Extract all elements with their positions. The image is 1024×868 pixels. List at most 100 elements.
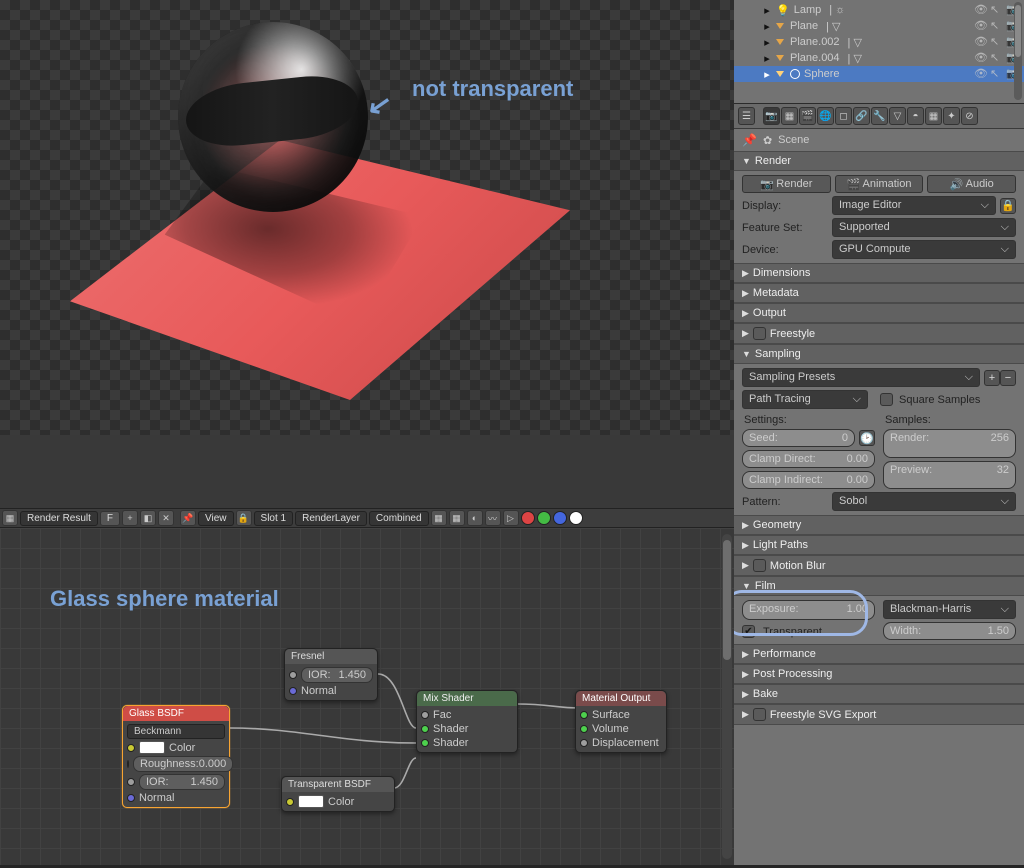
socket-shader-icon[interactable] [421,725,429,733]
integrator-select[interactable]: Path Tracing⌵ [742,390,868,409]
tab-material-icon[interactable]: ◓ [907,107,924,125]
tab-physics-icon[interactable]: ⊘ [961,107,978,125]
node-material-output[interactable]: Material Output Surface Volume Displacem… [575,690,667,753]
socket-normal-icon[interactable] [127,794,135,802]
render-viewport[interactable]: ↙ not transparent [0,0,734,508]
render-button[interactable]: 📷Render [742,175,831,193]
socket-icon[interactable] [127,778,135,786]
feature-set-select[interactable]: Supported⌵ [832,218,1016,237]
outliner[interactable]: ▸💡Lamp| ☼👁↖📷 ▸Plane| ▽👁↖📷 ▸Plane.002| ▽👁… [734,0,1024,104]
clamp-direct-field[interactable]: Clamp Direct:0.00 [742,450,875,468]
color-swatch[interactable] [139,741,165,754]
eye-icon[interactable]: 👁 [974,19,988,33]
g-channel-dot[interactable] [537,511,551,525]
sampling-presets-select[interactable]: Sampling Presets⌵ [742,368,980,387]
section-header-render[interactable]: ▼Render [734,151,1024,171]
slot-select[interactable]: Slot 1 [254,511,294,526]
bw-icon[interactable]: ◐ [467,510,483,526]
section-header-freestyle[interactable]: ▶Freestyle [734,323,1024,344]
tab-modifiers-icon[interactable]: 🔧 [871,107,888,125]
device-select[interactable]: GPU Compute⌵ [832,240,1016,259]
socket-icon[interactable] [580,711,588,719]
animation-button[interactable]: 🎬Animation [835,175,924,193]
outliner-row-plane002[interactable]: ▸Plane.002| ▽👁↖📷 [734,34,1024,50]
distribution-select[interactable]: Beckmann [127,724,225,739]
editor-type-icon[interactable]: ▦ [2,510,18,526]
render-samples-field[interactable]: Render:256 [883,429,1016,458]
curves-icon[interactable]: 〰 [485,510,501,526]
pin-icon[interactable]: 📌 [180,510,196,526]
x-icon[interactable]: ✕ [158,510,174,526]
node-transparent-bsdf[interactable]: Transparent BSDF BSDF Color [281,776,395,812]
plus-icon[interactable]: + [122,510,138,526]
tab-layers-icon[interactable]: ▦ [781,107,798,125]
node-header[interactable]: Material Output [576,691,666,706]
section-header-output[interactable]: ▶Output [734,303,1024,323]
preview-samples-field[interactable]: Preview:32 [883,461,1016,490]
socket-icon[interactable] [127,760,129,768]
exposure-field[interactable]: Exposure:1.00 [742,600,875,620]
node-header[interactable]: Fresnel [285,649,377,664]
section-header-svg-export[interactable]: ▶Freestyle SVG Export [734,704,1024,725]
node-editor[interactable]: Glass sphere material Glass BSDF BSDF Be… [0,528,734,865]
b-channel-dot[interactable] [553,511,567,525]
tab-icon[interactable]: ☰ [738,107,755,125]
ior-field[interactable]: IOR:1.450 [301,667,373,683]
channel-icon-2[interactable]: ▦ [449,510,465,526]
section-header-postprocessing[interactable]: ▶Post Processing [734,664,1024,684]
tab-texture-icon[interactable]: ▦ [925,107,942,125]
socket-fac-icon[interactable] [421,711,429,719]
tri-icon[interactable]: ▷ [503,510,519,526]
display-select[interactable]: Image Editor⌵ [832,196,996,215]
socket-color-icon[interactable] [286,798,294,806]
cursor-icon[interactable]: ↖ [990,67,1004,81]
cursor-icon[interactable]: ↖ [990,19,1004,33]
scrollbar-thumb[interactable] [723,540,731,660]
node-editor-scrollbar[interactable] [722,534,732,859]
channel-icon-1[interactable]: ▦ [431,510,447,526]
socket-icon[interactable] [580,725,588,733]
audio-button[interactable]: 🔊Audio [927,175,1016,193]
pattern-select[interactable]: Sobol⌵ [832,492,1016,511]
outliner-row-sphere[interactable]: ▸Sphere👁↖📷 [734,66,1024,82]
section-header-metadata[interactable]: ▶Metadata [734,283,1024,303]
section-header-sampling[interactable]: ▼Sampling [734,344,1024,364]
cursor-icon[interactable]: ↖ [990,35,1004,49]
clock-icon[interactable]: 🕑 [859,430,875,446]
socket-icon[interactable] [289,671,297,679]
freestyle-checkbox[interactable] [753,327,766,340]
remove-preset-button[interactable]: − [1000,370,1016,386]
pack-icon[interactable]: ◧ [140,510,156,526]
tab-particles-icon[interactable]: ✦ [943,107,960,125]
node-glass-bsdf[interactable]: Glass BSDF BSDF Beckmann Color Roughness… [122,705,230,808]
section-header-film[interactable]: ▼Film [734,576,1024,596]
socket-color-icon[interactable] [127,744,135,752]
section-header-motionblur[interactable]: ▶Motion Blur [734,555,1024,576]
a-channel-dot[interactable] [569,511,583,525]
roughness-field[interactable]: Roughness:0.000 [133,756,233,772]
cursor-icon[interactable]: ↖ [990,3,1004,17]
pin-icon[interactable]: 📌 [742,133,757,147]
section-header-lightpaths[interactable]: ▶Light Paths [734,535,1024,555]
add-preset-button[interactable]: + [984,370,1000,386]
socket-shader-icon[interactable] [421,739,429,747]
cursor-icon[interactable]: ↖ [990,51,1004,65]
section-header-dimensions[interactable]: ▶Dimensions [734,263,1024,283]
tab-scene-icon[interactable]: 🎬 [799,107,816,125]
node-fresnel[interactable]: Fresnel Fac IOR:1.450 Normal [284,648,378,701]
seed-field[interactable]: Seed:0 [742,429,855,447]
eye-icon[interactable]: 👁 [974,3,988,17]
outliner-row-lamp[interactable]: ▸💡Lamp| ☼👁↖📷 [734,2,1024,18]
node-header[interactable]: Glass BSDF [123,706,229,721]
filter-width-field[interactable]: Width:1.50 [883,622,1016,640]
clamp-indirect-field[interactable]: Clamp Indirect:0.00 [742,471,875,489]
node-header[interactable]: Transparent BSDF [282,777,394,792]
image-select[interactable]: Render Result [20,511,98,526]
section-header-performance[interactable]: ▶Performance [734,644,1024,664]
eye-icon[interactable]: 👁 [974,67,988,81]
fake-user-button[interactable]: F [100,511,120,526]
lock-icon[interactable]: 🔒 [1000,198,1016,214]
socket-normal-icon[interactable] [289,687,297,695]
node-header[interactable]: Mix Shader [417,691,517,706]
outliner-scrollbar[interactable] [1014,2,1022,100]
